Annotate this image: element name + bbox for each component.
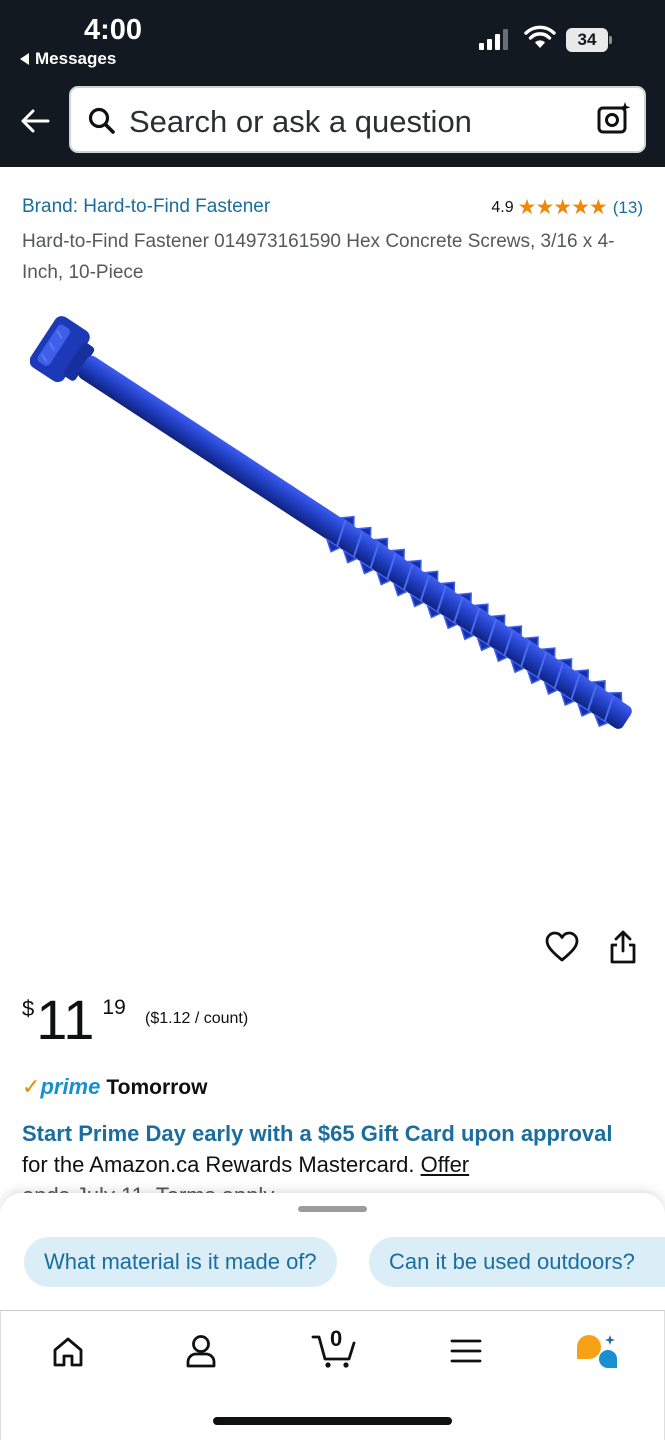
price-currency: $	[22, 996, 35, 1021]
search-input[interactable]: Search or ask a question	[129, 104, 472, 140]
status-time: 4:00	[84, 14, 143, 46]
brand-link[interactable]: Brand: Hard-to-Find Fastener	[22, 196, 270, 218]
battery-level: 34	[566, 28, 608, 52]
back-app-label: Messages	[35, 49, 117, 68]
magnifier-icon	[88, 107, 115, 134]
top-bar: 4:00 Messages 34 Search or ask a questio…	[0, 0, 665, 167]
battery-indicator: 34	[566, 28, 612, 52]
rating-value: 4.9	[491, 198, 514, 216]
prime-logo: prime	[40, 1074, 101, 1099]
suggestion-sheet: What material is it made of? Can it be u…	[0, 1193, 665, 1310]
rufus-assistant-icon[interactable]	[575, 1333, 619, 1371]
delivery-day: Tomorrow	[106, 1076, 208, 1099]
menu-icon[interactable]	[450, 1337, 482, 1365]
offer-link[interactable]: Offer	[421, 1152, 470, 1177]
back-triangle-icon	[20, 53, 29, 65]
price-cents: 19	[102, 996, 126, 1019]
home-indicator[interactable]	[213, 1417, 452, 1425]
home-icon[interactable]	[51, 1335, 85, 1369]
product-image[interactable]	[30, 300, 636, 885]
search-bar[interactable]: Search or ask a question	[69, 86, 646, 153]
sheet-drag-handle[interactable]	[298, 1206, 367, 1212]
account-icon[interactable]	[184, 1333, 218, 1369]
cart-count: 0	[330, 1326, 343, 1351]
rating-stars-icon: ★★★★★	[517, 196, 608, 219]
heart-icon[interactable]	[545, 931, 579, 963]
price-whole: 11	[36, 988, 95, 1051]
rating-summary[interactable]: 4.9 ★★★★★ (13)	[491, 195, 643, 220]
camera-lens-icon[interactable]	[597, 102, 631, 136]
back-to-messages[interactable]: Messages	[20, 49, 116, 69]
prime-delivery: ✓ prime Tomorrow	[22, 1074, 207, 1100]
suggestion-chip-outdoors[interactable]: Can it be used outdoors?	[369, 1237, 665, 1287]
promo-text: for the Amazon.ca Rewards Mastercard.	[22, 1152, 421, 1177]
rating-count[interactable]: (13)	[613, 198, 643, 218]
product-title: Hard-to-Find Fastener 014973161590 Hex C…	[22, 231, 615, 283]
promo-link[interactable]: Start Prime Day early with a $65 Gift Ca…	[22, 1121, 613, 1146]
share-icon[interactable]	[608, 929, 638, 965]
cellular-signal-icon	[479, 28, 508, 50]
suggestion-chip-material[interactable]: What material is it made of?	[24, 1237, 337, 1287]
wifi-icon	[524, 25, 556, 48]
price: $ 11 19	[22, 990, 126, 1050]
cart-button[interactable]: 0	[311, 1326, 357, 1369]
prime-check-icon: ✓	[22, 1074, 41, 1099]
back-arrow-icon[interactable]	[18, 104, 52, 138]
unit-price: ($1.12 / count)	[145, 1010, 249, 1027]
